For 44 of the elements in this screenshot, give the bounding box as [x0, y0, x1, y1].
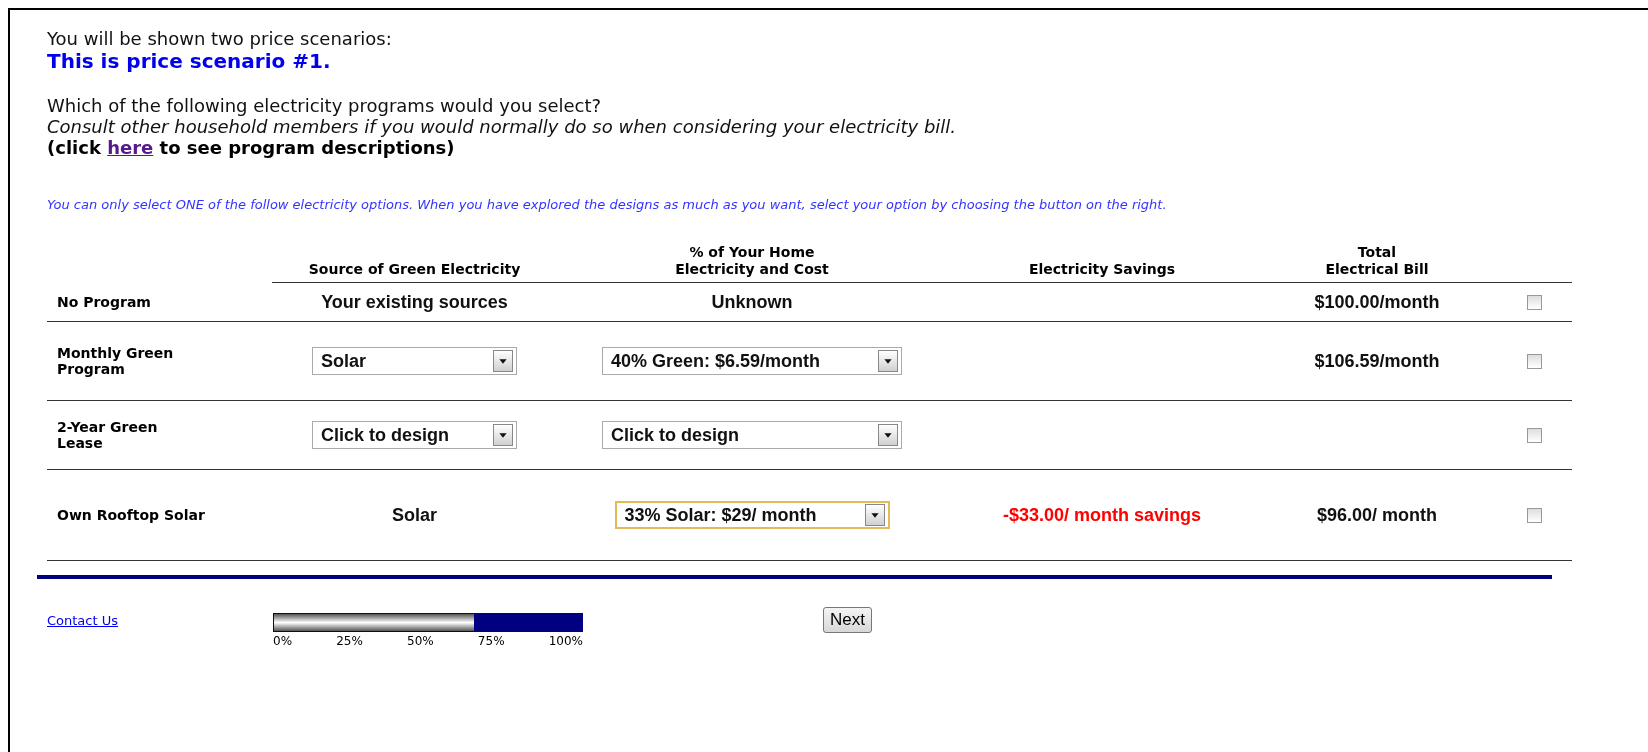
column-header: Electricity Savings — [1028, 261, 1176, 279]
tick-label: 25% — [336, 634, 363, 648]
caret-icon — [864, 504, 885, 526]
hint-text: Consult other household members if you would normally do so when considering your electricity bill. — [47, 116, 958, 137]
cell-text: Solar — [392, 504, 437, 526]
scenario-title: This is price scenario #1. — [47, 49, 332, 73]
savings-text: -$33.00/ month savings — [1002, 504, 1202, 526]
caret-icon — [878, 350, 898, 372]
dropdown[interactable]: Solar — [312, 347, 517, 375]
next-button[interactable]: Next — [823, 607, 872, 633]
tick-label: 100% — [548, 634, 583, 648]
caret-icon — [493, 350, 513, 372]
caret-icon — [878, 424, 898, 446]
descriptions-text: to see program descriptions) — [158, 137, 455, 158]
checkbox[interactable] — [1527, 294, 1542, 310]
row-label: Monthly Green Program — [57, 345, 175, 377]
row-label: No Program — [57, 294, 151, 310]
dropdown[interactable]: Click to design — [312, 421, 517, 449]
dropdown[interactable]: 40% Green: $6.59/month — [602, 347, 902, 375]
checkbox[interactable] — [1527, 427, 1542, 443]
cell-text: Your existing sources — [321, 291, 508, 313]
checkbox[interactable] — [1527, 353, 1542, 369]
here-link[interactable]: here — [107, 137, 154, 158]
bill-text: $100.00/month — [1314, 291, 1440, 313]
descriptions-text: (click — [47, 137, 102, 158]
tick-label: 0% — [273, 634, 293, 648]
row-label: 2-Year Green Lease — [57, 419, 159, 451]
checkbox[interactable] — [1527, 507, 1542, 523]
dropdown[interactable]: Click to design — [602, 421, 902, 449]
column-header: Total Electrical Bill — [1325, 244, 1429, 279]
row-label: Own Rooftop Solar — [57, 507, 205, 523]
instruction-text: You can only select ONE of the follow electricity options. When you have explored the designs as much as you want, select your option by choosing the button on the right. — [47, 197, 1168, 212]
column-header: % of Your Home Electricity and Cost — [675, 244, 829, 279]
intro-text: You will be shown two price scenarios: — [47, 28, 393, 49]
column-header: Source of Green Electricity — [308, 261, 521, 279]
question-text: Which of the following electricity programs would you select? — [47, 95, 603, 116]
bill-text: $106.59/month — [1314, 350, 1440, 372]
contact-link[interactable]: Contact Us — [47, 613, 273, 628]
dropdown[interactable]: 33% Solar: $29/ month — [614, 501, 890, 529]
bill-text: $96.00/ month — [1316, 504, 1437, 526]
tick-label: 75% — [477, 634, 505, 648]
caret-icon — [493, 424, 513, 446]
cell-text: Unknown — [711, 291, 793, 313]
tick-label: 50% — [407, 634, 434, 648]
